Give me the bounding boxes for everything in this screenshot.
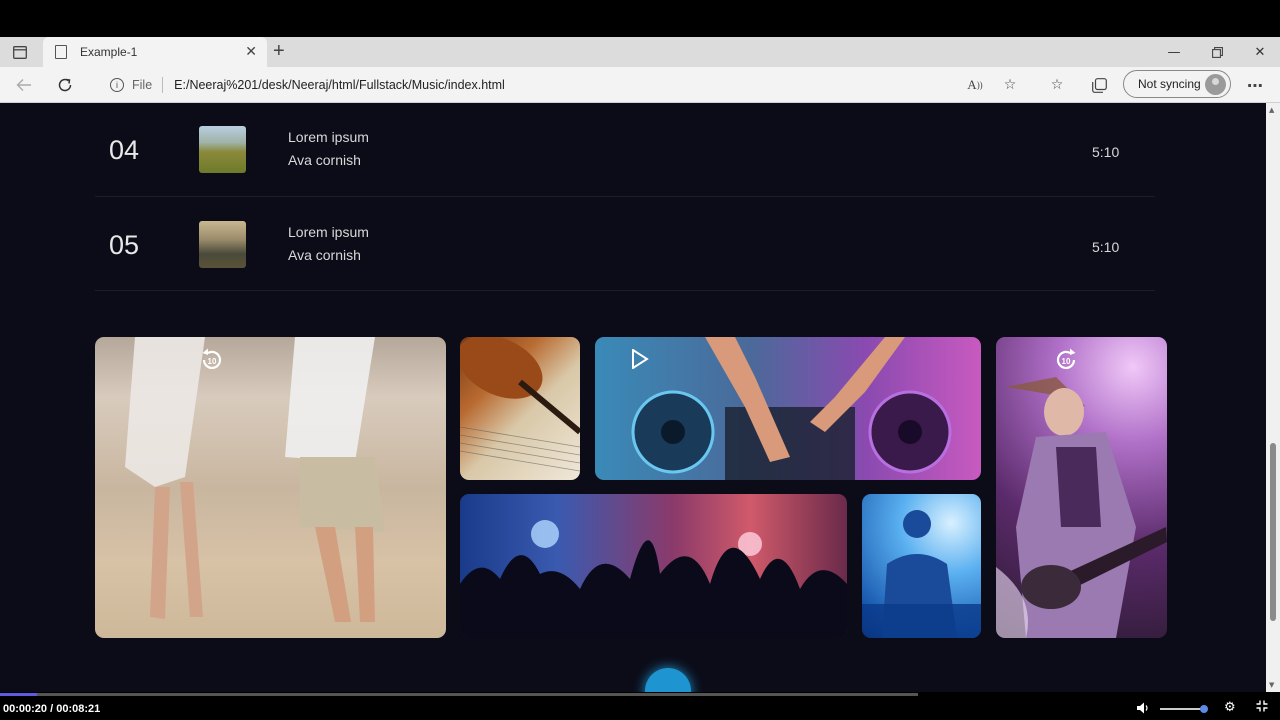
separator bbox=[162, 77, 164, 93]
exit-fullscreen-icon[interactable] bbox=[1256, 700, 1268, 716]
avatar bbox=[1205, 74, 1226, 95]
scroll-up-icon[interactable]: ▲ bbox=[1269, 106, 1274, 114]
page-scrollbar[interactable]: ▲ ▼ bbox=[1266, 103, 1280, 692]
song-thumbnail bbox=[199, 126, 246, 173]
browser-tab-strip: Example-1 ✕ + — ✕ bbox=[0, 37, 1280, 67]
address-bar: i File E:/Neeraj%201/desk/Neeraj/html/Fu… bbox=[0, 67, 1280, 103]
gallery-tile-guitarist[interactable]: 10 bbox=[996, 337, 1167, 638]
video-top-bar bbox=[0, 0, 1280, 37]
skip-label: 10 bbox=[1062, 357, 1071, 366]
restore-button[interactable] bbox=[1197, 37, 1237, 67]
volume-icon[interactable] bbox=[1136, 701, 1150, 715]
song-duration: 5:10 bbox=[1092, 144, 1120, 160]
play-icon[interactable] bbox=[627, 346, 653, 372]
song-row[interactable]: 05 Lorem ipsum Ava cornish 5:10 bbox=[95, 197, 1155, 291]
close-window-button[interactable]: ✕ bbox=[1240, 37, 1280, 67]
time-display: 00:00:20 / 00:08:21 bbox=[3, 703, 100, 715]
settings-icon[interactable]: ⚙ bbox=[1224, 700, 1236, 715]
minimize-button[interactable]: — bbox=[1154, 37, 1194, 67]
new-tab-button[interactable]: + bbox=[273, 40, 285, 63]
scroll-down-icon[interactable]: ▼ bbox=[1269, 681, 1274, 689]
tab-title: Example-1 bbox=[80, 45, 138, 59]
progress-fill bbox=[0, 693, 37, 696]
tab-actions-icon[interactable] bbox=[0, 37, 40, 67]
more-menu-icon[interactable]: ⋯ bbox=[1245, 75, 1265, 95]
add-favorite-icon[interactable]: ☆ bbox=[1000, 75, 1020, 95]
song-thumbnail bbox=[199, 221, 246, 268]
song-number: 04 bbox=[109, 135, 140, 165]
sync-button[interactable]: Not syncing bbox=[1123, 70, 1231, 98]
protocol-label: File bbox=[132, 78, 153, 92]
song-number: 05 bbox=[109, 230, 140, 260]
song-title: Lorem ipsum bbox=[288, 129, 369, 145]
gallery-tile-violin-sheet[interactable] bbox=[460, 337, 580, 480]
total-time: 00:08:21 bbox=[56, 703, 101, 715]
song-duration: 5:10 bbox=[1092, 239, 1120, 255]
browser-tab[interactable]: Example-1 ✕ bbox=[43, 37, 267, 67]
close-tab-icon[interactable]: ✕ bbox=[245, 44, 257, 60]
gallery-tile-concert-crowd[interactable] bbox=[460, 494, 847, 638]
replay-10-icon[interactable]: 10 bbox=[199, 347, 225, 373]
favorites-icon[interactable]: ☆ bbox=[1047, 75, 1067, 95]
song-row[interactable]: 04 Lorem ipsum Ava cornish 5:10 bbox=[95, 103, 1155, 197]
back-icon[interactable] bbox=[13, 74, 35, 96]
skip-label: 10 bbox=[208, 357, 217, 366]
gallery-tile-couple-beach[interactable]: 10 bbox=[95, 337, 446, 638]
scroll-top-button[interactable] bbox=[645, 668, 691, 692]
song-artist: Ava cornish bbox=[288, 247, 361, 263]
refresh-icon[interactable] bbox=[54, 74, 76, 96]
read-aloud-icon[interactable]: A)) bbox=[965, 75, 985, 95]
forward-10-icon[interactable]: 10 bbox=[1053, 347, 1079, 373]
music-page: 04 Lorem ipsum Ava cornish 5:10 05 Lorem… bbox=[0, 103, 1266, 692]
volume-knob[interactable] bbox=[1199, 705, 1208, 713]
page-icon bbox=[55, 45, 67, 59]
scrollbar-thumb[interactable] bbox=[1270, 443, 1276, 621]
url-text[interactable]: E:/Neeraj%201/desk/Neeraj/html/Fullstack… bbox=[174, 78, 505, 92]
collections-icon[interactable] bbox=[1089, 75, 1109, 95]
video-player-controls: 00:00:20 / 00:08:21 ⚙ bbox=[0, 692, 1280, 720]
sync-label: Not syncing bbox=[1138, 77, 1201, 91]
progress-bar[interactable] bbox=[0, 693, 918, 696]
info-icon[interactable]: i bbox=[110, 78, 124, 92]
gallery-tile-dj-mixer[interactable] bbox=[595, 337, 981, 480]
gallery-tile-dj-silhouette[interactable] bbox=[862, 494, 981, 638]
song-title: Lorem ipsum bbox=[288, 224, 369, 240]
url-field[interactable]: i File E:/Neeraj%201/desk/Neeraj/html/Fu… bbox=[94, 71, 994, 99]
current-time: 00:00:20 bbox=[3, 703, 48, 715]
song-artist: Ava cornish bbox=[288, 152, 361, 168]
